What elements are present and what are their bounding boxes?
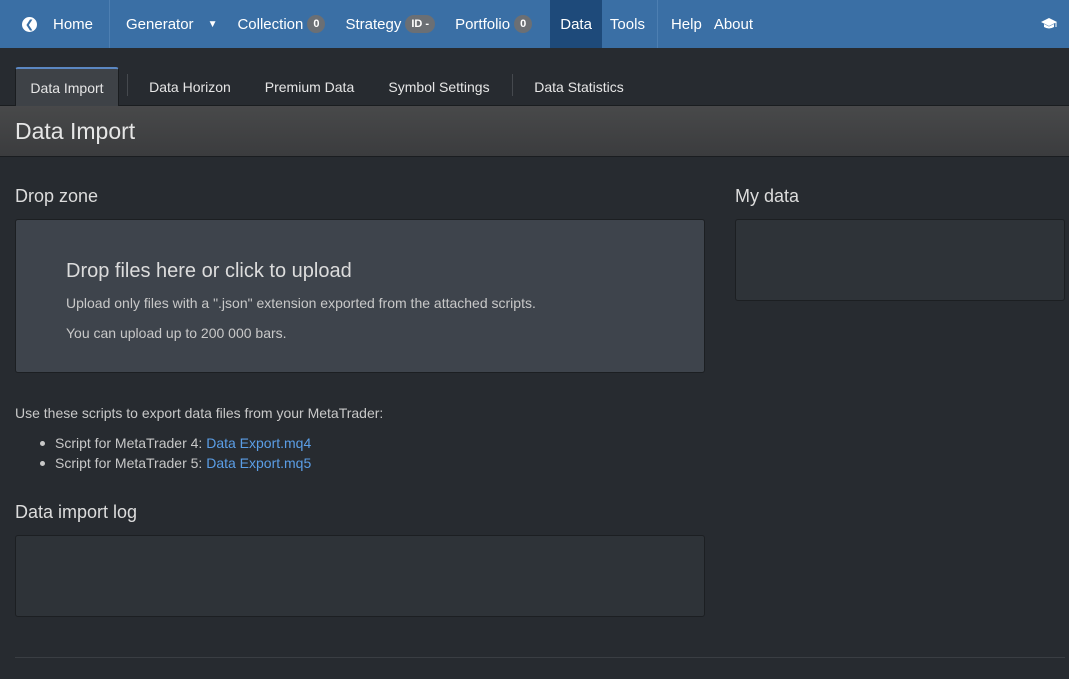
nav-tools-label: Tools (609, 15, 645, 33)
nav-portfolio-label: Portfolio (455, 15, 511, 33)
file-drop-zone[interactable]: Drop files here or click to upload Uploa… (15, 219, 705, 373)
page-header: Data Import (0, 106, 1069, 157)
my-data-heading: My data (735, 186, 800, 206)
drop-zone-limit: You can upload up to 200 000 bars. (66, 325, 287, 341)
nav-about[interactable]: About (708, 0, 763, 48)
nav-collection-label: Collection (237, 15, 304, 33)
list-item: Script for MetaTrader 4: Data Export.mq4 (40, 435, 311, 455)
list-item: Script for MetaTrader 5: Data Export.mq5 (40, 455, 311, 475)
import-log-panel (15, 535, 705, 617)
tab-symbol-settings[interactable]: Symbol Settings (375, 67, 503, 106)
caret-down-icon: ▼ (207, 18, 218, 30)
arrow-left-circle-icon: ❮ (22, 16, 37, 32)
nav-portfolio[interactable]: Portfolio 0 (445, 0, 550, 48)
nav-divider (656, 0, 658, 48)
mq4-download-link[interactable]: Data Export.mq4 (206, 435, 311, 451)
portfolio-count-badge: 0 (514, 15, 533, 33)
tab-data-import[interactable]: Data Import (15, 67, 119, 106)
tab-premium-data[interactable]: Premium Data (252, 67, 367, 106)
nav-home[interactable]: ❮ Home (0, 0, 109, 48)
drop-zone-instructions: Upload only files with a ".json" extensi… (66, 295, 536, 311)
script-list: Script for MetaTrader 4: Data Export.mq4… (40, 435, 311, 475)
strategy-id-badge: ID - (405, 15, 436, 33)
drop-zone-heading: Drop zone (15, 186, 99, 206)
nav-data-label: Data (560, 15, 592, 33)
tab-data-horizon[interactable]: Data Horizon (135, 67, 245, 106)
nav-generator-label: Generator (126, 15, 194, 33)
top-navbar: ❮ Home Generator ▼ Collection 0 Strategy… (0, 0, 1069, 48)
collection-count-badge: 0 (307, 15, 326, 33)
nav-strategy[interactable]: Strategy ID - (335, 0, 445, 48)
nav-collection[interactable]: Collection 0 (227, 0, 335, 48)
nav-home-label: Home (53, 15, 94, 33)
footer-divider (15, 657, 1065, 658)
nav-about-label: About (713, 15, 754, 33)
mq5-download-link[interactable]: Data Export.mq5 (206, 455, 311, 471)
nav-tools[interactable]: Tools (602, 0, 657, 48)
data-tabs: Data Import Data Horizon Premium Data Sy… (0, 48, 1069, 106)
drop-zone-title: Drop files here or click to upload (66, 260, 352, 282)
nav-help[interactable]: Help (658, 0, 708, 48)
nav-data[interactable]: Data (550, 0, 602, 48)
generator-dropdown-toggle[interactable]: ▼ (200, 0, 228, 48)
my-data-panel (735, 219, 1065, 301)
page-title: Data Import (15, 118, 136, 144)
nav-strategy-label: Strategy (345, 15, 402, 33)
scripts-intro: Use these scripts to export data files f… (15, 405, 384, 421)
nav-divider (109, 0, 111, 48)
tab-data-statistics[interactable]: Data Statistics (521, 67, 637, 106)
nav-generator[interactable]: Generator (110, 0, 200, 48)
graduation-cap-icon[interactable] (1031, 0, 1069, 48)
import-log-heading: Data import log (15, 502, 138, 522)
nav-help-label: Help (670, 15, 702, 33)
